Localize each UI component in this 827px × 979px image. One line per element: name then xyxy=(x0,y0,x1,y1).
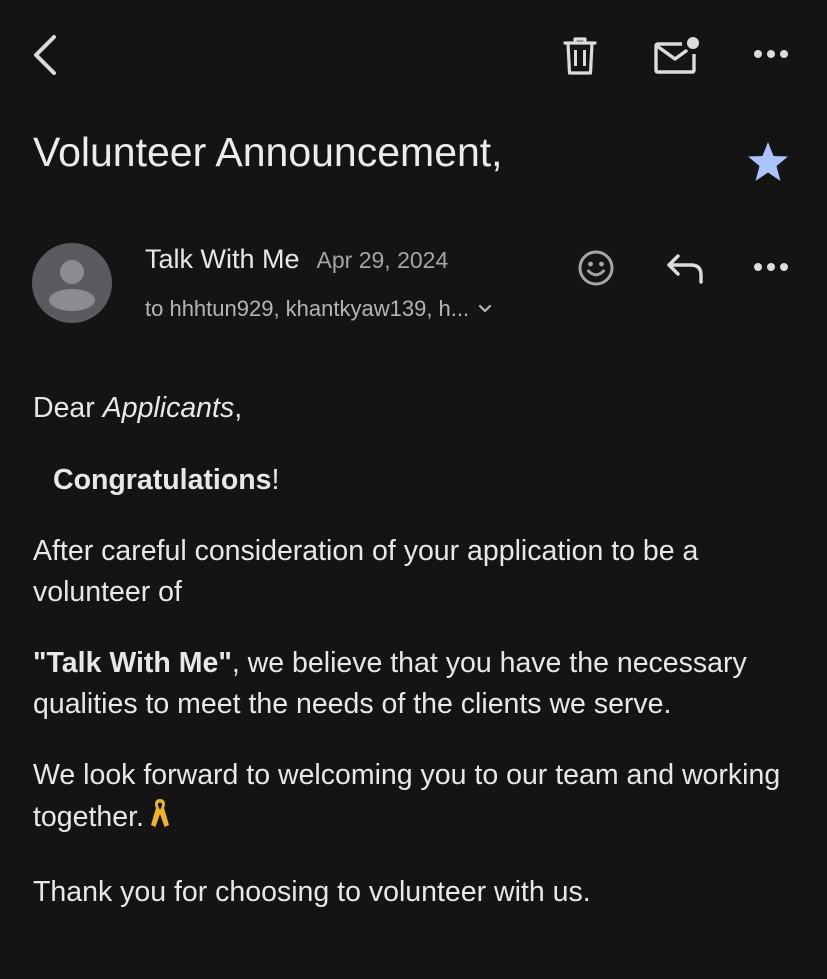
greeting-name: Applicants xyxy=(102,392,235,424)
recipients-text: to hhhtun929, khantkyaw139, h... xyxy=(145,296,470,321)
person-icon xyxy=(49,260,95,311)
more-options-button[interactable] xyxy=(746,38,796,70)
mark-unread-icon xyxy=(654,37,699,74)
emoji-react-button[interactable] xyxy=(574,246,618,290)
chevron-down-icon xyxy=(478,304,492,314)
star-button[interactable] xyxy=(738,134,798,190)
top-toolbar xyxy=(0,0,827,110)
message-more-button[interactable] xyxy=(746,251,796,283)
congrats-word: Congratulations xyxy=(53,463,272,496)
sender-line: Talk With Me Apr 29, 2024 xyxy=(145,244,448,278)
congratulations-line: Congratulations! xyxy=(33,460,803,501)
more-horizontal-icon xyxy=(754,263,788,271)
email-date: Apr 29, 2024 xyxy=(316,247,449,273)
body-paragraph-2: "Talk With Me", we believe that you have… xyxy=(33,643,803,724)
reply-button[interactable] xyxy=(660,248,710,290)
greeting: Dear Applicants, xyxy=(33,388,803,429)
mark-unread-button[interactable] xyxy=(650,32,704,78)
emoji-react-icon xyxy=(578,250,614,286)
greeting-suffix: , xyxy=(234,392,243,424)
greeting-prefix: Dear xyxy=(33,392,103,424)
body-paragraph-1: After careful consideration of your appl… xyxy=(33,535,699,608)
recipients-toggle[interactable]: to hhhtun929, khantkyaw139, h... xyxy=(145,294,492,324)
body-paragraph-4: Thank you for choosing to volunteer with… xyxy=(33,876,591,908)
email-subject: Volunteer Announcement, xyxy=(33,129,503,175)
email-body: Dear Applicants, Congratulations! After … xyxy=(33,388,803,913)
trash-icon xyxy=(563,37,597,75)
back-button[interactable] xyxy=(22,30,68,80)
sender-name[interactable]: Talk With Me xyxy=(145,244,300,275)
ribbon-icon xyxy=(148,796,172,842)
delete-button[interactable] xyxy=(556,32,604,80)
organization-name: "Talk With Me" xyxy=(33,647,232,679)
reply-icon xyxy=(667,254,703,284)
star-icon xyxy=(748,142,788,181)
more-horizontal-icon xyxy=(754,50,788,58)
chevron-left-icon xyxy=(34,35,56,75)
body-paragraph-3: We look forward to welcoming you to our … xyxy=(33,755,803,841)
sender-avatar[interactable] xyxy=(32,243,112,323)
congrats-suffix: ! xyxy=(271,463,280,496)
paragraph-3-text: We look forward to welcoming you to our … xyxy=(33,759,781,833)
